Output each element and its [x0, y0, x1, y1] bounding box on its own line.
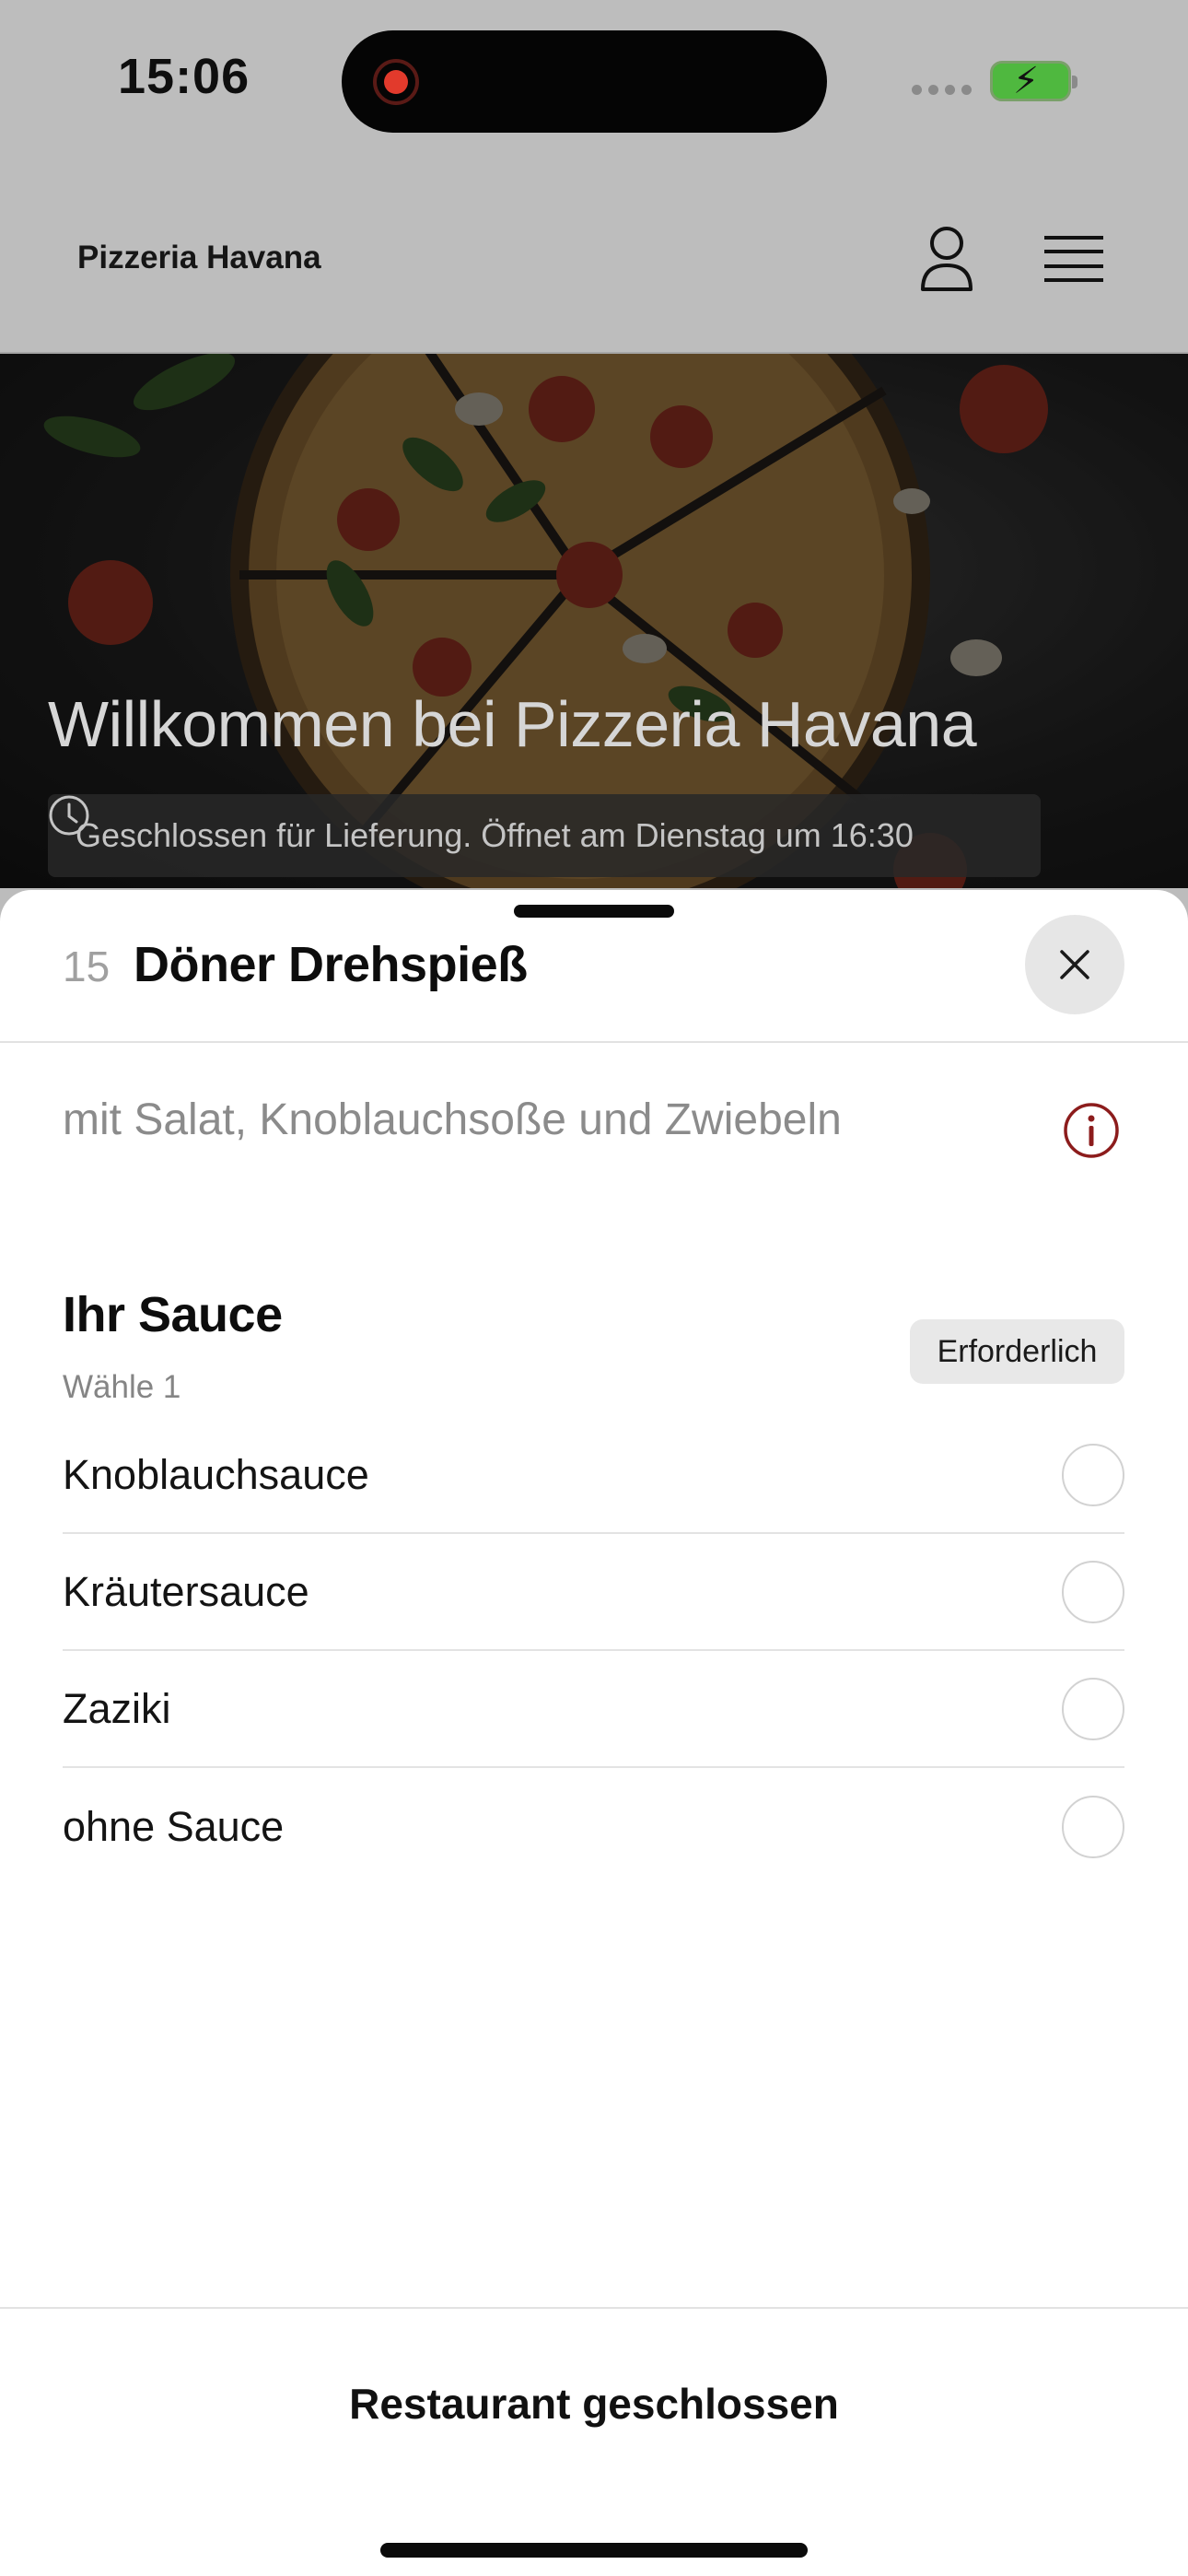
user-icon[interactable] — [917, 225, 976, 293]
radio-button[interactable] — [1062, 1795, 1124, 1858]
option-label: Kräutersauce — [63, 1567, 309, 1615]
option-row-zaziki[interactable]: Zaziki — [63, 1651, 1124, 1768]
recording-indicator-icon — [373, 59, 419, 105]
sheet-grabber[interactable] — [514, 905, 674, 918]
option-row-knoblauchsauce[interactable]: Knoblauchsauce — [63, 1417, 1124, 1534]
hero-banner: Willkommen bei Pizzeria Havana Geschloss… — [0, 354, 1188, 888]
item-number: 15 — [63, 943, 111, 990]
option-label: Knoblauchsauce — [63, 1450, 369, 1498]
option-label: ohne Sauce — [63, 1802, 285, 1850]
option-group-subtitle: Wähle 1 — [63, 1369, 181, 1405]
clock-icon — [49, 795, 89, 836]
footer-divider — [0, 2307, 1188, 2309]
item-description: mit Salat, Knoblauchsoße und Zwiebeln — [63, 1095, 842, 1144]
option-label: Zaziki — [63, 1684, 171, 1732]
signal-icon — [912, 85, 972, 95]
close-button[interactable] — [1025, 915, 1124, 1014]
option-row-ohne-sauce[interactable]: ohne Sauce — [63, 1768, 1124, 1885]
menu-icon[interactable] — [1044, 234, 1103, 284]
hero-title: Willkommen bei Pizzeria Havana — [48, 688, 977, 760]
item-title: Döner Drehspieß — [134, 937, 528, 992]
dynamic-island — [342, 30, 827, 133]
radio-button[interactable] — [1062, 1677, 1124, 1740]
sauce-options-list: Knoblauchsauce Kräutersauce Zaziki ohne … — [63, 1417, 1124, 1885]
status-time: 15:06 — [118, 49, 250, 104]
required-badge: Erforderlich — [910, 1319, 1124, 1384]
battery-charging-icon: ⚡ — [990, 61, 1077, 101]
brand-name[interactable]: Pizzeria Havana — [77, 240, 321, 276]
opening-status-text: Geschlossen für Lieferung. Öffnet am Die… — [76, 816, 914, 854]
option-group-title: Ihr Sauce — [63, 1287, 283, 1342]
info-icon[interactable] — [1063, 1102, 1120, 1159]
restaurant-closed-button[interactable]: Restaurant geschlossen — [0, 2379, 1188, 2429]
close-icon — [1060, 950, 1089, 979]
radio-button[interactable] — [1062, 1560, 1124, 1623]
home-indicator[interactable] — [380, 2543, 808, 2558]
opening-status-banner: Geschlossen für Lieferung. Öffnet am Die… — [48, 794, 1041, 877]
sheet-header-divider — [0, 1041, 1188, 1043]
option-row-kraeutersauce[interactable]: Kräutersauce — [63, 1534, 1124, 1651]
item-detail-sheet: 15 Döner Drehspieß mit Salat, Knoblauchs… — [0, 890, 1188, 2576]
app-header: 15:06 ⚡ Pizzeria Havana — [0, 0, 1188, 354]
radio-button[interactable] — [1062, 1443, 1124, 1506]
